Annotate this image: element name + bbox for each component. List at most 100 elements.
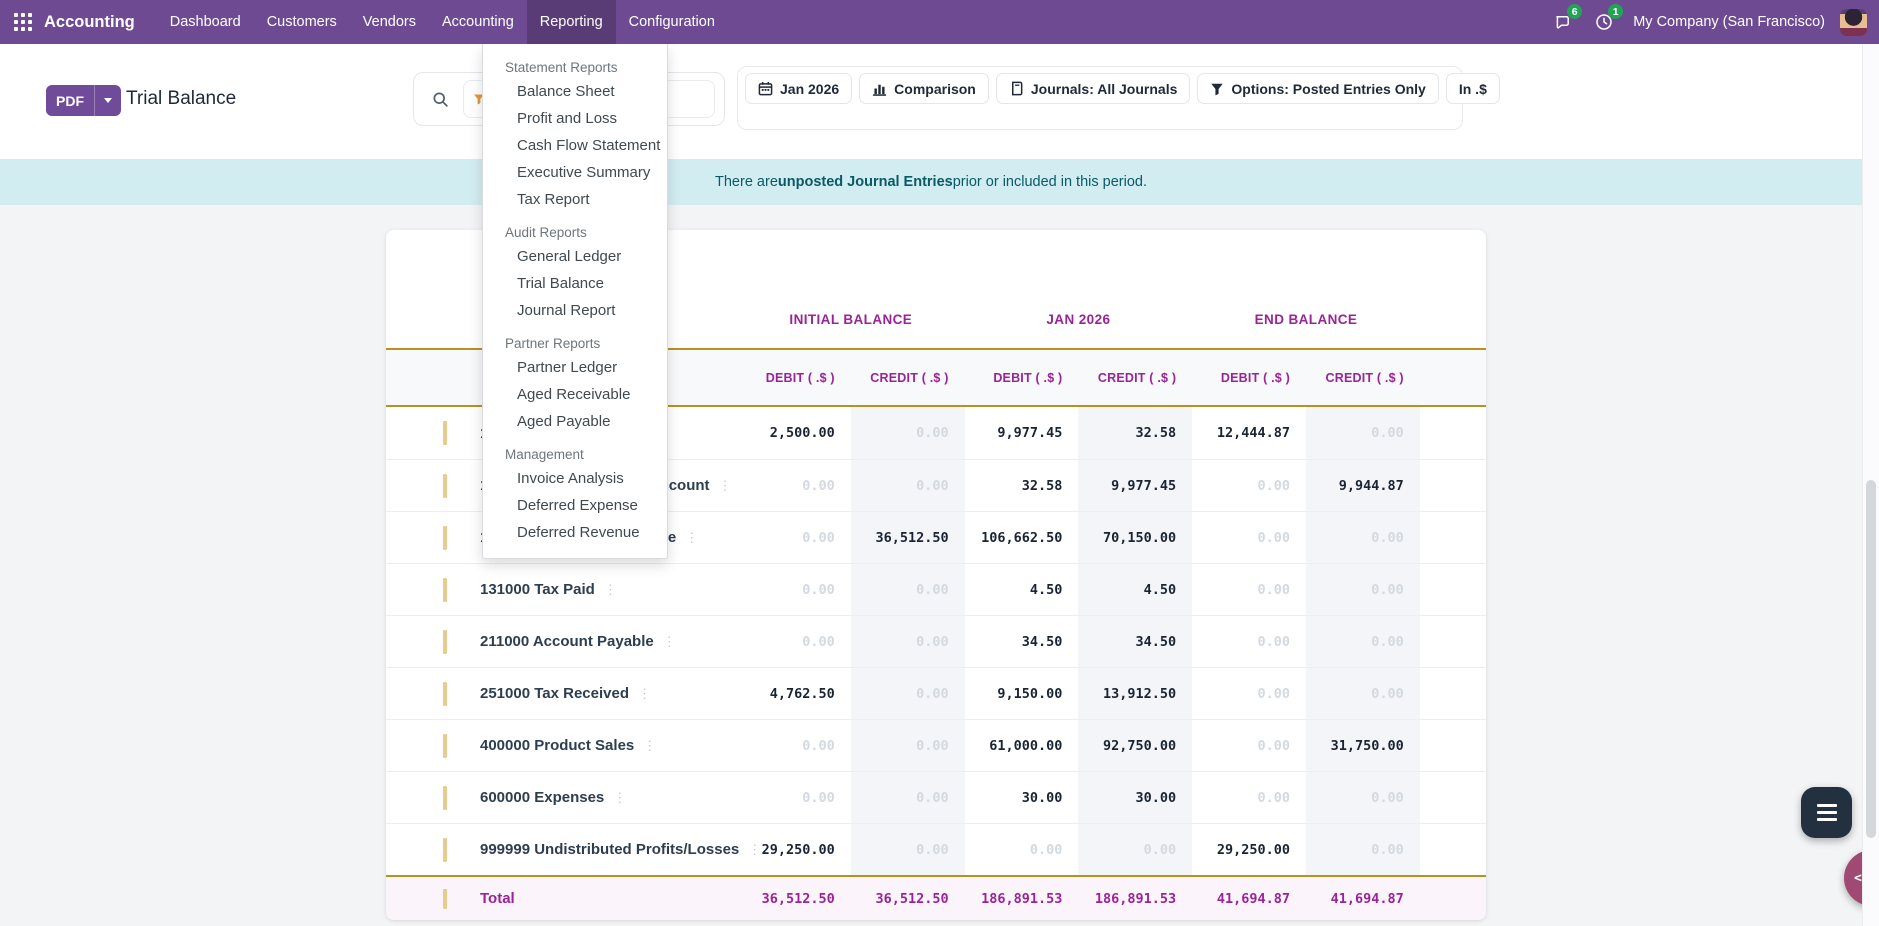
value-cell: 32.58: [1021, 477, 1063, 494]
menu-item-profit-and-loss[interactable]: Profit and Loss: [483, 105, 667, 132]
menu-item-cash-flow-statement[interactable]: Cash Flow Statement: [483, 132, 667, 159]
filter-in[interactable]: In .$: [1445, 73, 1500, 104]
value-cell: 29,250.00: [1216, 841, 1290, 858]
pdf-split-button: PDF: [46, 85, 121, 116]
value-cell: 4.50: [1078, 564, 1193, 615]
value-cell: 9,944.87: [1305, 460, 1420, 511]
subheader-debit: DEBIT ( .$ ): [765, 370, 835, 385]
value-cell: 0.00: [850, 824, 965, 875]
value-cell: 0.00: [802, 529, 835, 546]
account-cell: 211000 Account Payable ⋮: [386, 616, 737, 667]
menu-item-tax-report[interactable]: Tax Report: [483, 186, 667, 213]
fold-marker[interactable]: [443, 888, 447, 909]
kebab-menu-icon[interactable]: ⋮: [663, 634, 676, 650]
value-cell: 0.00: [802, 737, 835, 754]
filter-label: Jan 2026: [780, 80, 840, 97]
nav-item-vendors[interactable]: Vendors: [350, 0, 429, 44]
value-cell: 0.00: [1305, 564, 1420, 615]
account-name[interactable]: 251000 Tax Received: [480, 685, 629, 702]
fold-marker[interactable]: [443, 785, 447, 810]
pdf-button[interactable]: PDF: [46, 85, 94, 116]
messages-button[interactable]: 6: [1545, 4, 1583, 40]
menu-item-executive-summary[interactable]: Executive Summary: [483, 159, 667, 186]
fold-marker[interactable]: [443, 837, 447, 862]
account-cell: 251000 Tax Received ⋮: [386, 668, 737, 719]
menu-section-audit-reports: Audit Reports General Ledger Trial Balance…: [483, 222, 667, 324]
fold-marker[interactable]: [443, 733, 447, 758]
kebab-menu-icon[interactable]: ⋮: [643, 738, 656, 754]
scrollbar-thumb[interactable]: [1866, 480, 1876, 838]
fold-marker[interactable]: [443, 473, 447, 498]
value-cell: 12,444.87: [1216, 425, 1290, 441]
value-cell: 2,500.00: [769, 425, 835, 441]
unposted-entries-link[interactable]: unposted Journal Entries: [778, 174, 953, 190]
menu-item-journal-report[interactable]: Journal Report: [483, 297, 667, 324]
fold-marker[interactable]: [443, 577, 447, 602]
value-cell: 34.50: [1021, 633, 1063, 650]
filter-options-posted-entries-only[interactable]: Options: Posted Entries Only: [1197, 73, 1439, 104]
value-cell: 0.00: [1257, 737, 1290, 754]
top-navbar: Accounting Dashboard Customers Vendors Acco…: [0, 0, 1879, 44]
account-name[interactable]: 211000 Account Payable: [480, 633, 654, 650]
menu-item-trial-balance[interactable]: Trial Balance: [483, 270, 667, 297]
kebab-menu-icon[interactable]: ⋮: [604, 582, 617, 598]
filter-comparison[interactable]: Comparison: [859, 73, 989, 104]
value-cell: 4.50: [1029, 581, 1063, 598]
filter-label: Journals: All Journals: [1030, 80, 1178, 97]
pdf-dropdown-toggle[interactable]: [94, 85, 121, 116]
fold-marker[interactable]: [443, 525, 447, 550]
apps-grid-icon[interactable]: [14, 13, 32, 31]
value-cell: 70,150.00: [1078, 512, 1193, 563]
filter-journals-all-journals[interactable]: Journals: All Journals: [995, 73, 1191, 104]
value-cell: 0.00: [802, 477, 835, 494]
account-name[interactable]: 131000 Tax Paid: [480, 581, 595, 598]
value-cell: 31,750.00: [1305, 720, 1420, 771]
menu-item-general-ledger[interactable]: General Ledger: [483, 243, 667, 270]
kebab-menu-icon[interactable]: ⋮: [638, 686, 651, 702]
account-name[interactable]: 400000 Product Sales: [480, 737, 634, 754]
fold-marker[interactable]: [443, 681, 447, 706]
fold-marker[interactable]: [443, 629, 447, 654]
value-cell: 0.00: [850, 564, 965, 615]
subheader-debit: DEBIT ( .$ ): [993, 370, 1063, 385]
column-group-initial-balance: INITIAL BALANCE: [789, 311, 913, 327]
menu-item-invoice-analysis[interactable]: Invoice Analysis: [483, 465, 667, 492]
subheader-credit: CREDIT ( .$ ): [1097, 370, 1177, 385]
floating-menu-button[interactable]: [1801, 787, 1852, 838]
menu-item-deferred-expense[interactable]: Deferred Expense: [483, 492, 667, 519]
account-name[interactable]: 999999 Undistributed Profits/Losses: [480, 841, 739, 858]
hamburger-icon: [1816, 804, 1837, 807]
fold-marker[interactable]: [443, 421, 447, 445]
menu-item-aged-receivable[interactable]: Aged Receivable: [483, 381, 667, 408]
kebab-menu-icon[interactable]: ⋮: [613, 790, 626, 806]
menu-item-deferred-revenue[interactable]: Deferred Revenue: [483, 519, 667, 546]
value-cell: 0.00: [1257, 581, 1290, 598]
menu-item-aged-payable[interactable]: Aged Payable: [483, 408, 667, 435]
value-cell: 0.00: [1257, 477, 1290, 494]
kebab-menu-icon[interactable]: ⋮: [719, 478, 732, 494]
value-cell: 4,762.50: [769, 685, 835, 702]
value-cell: 9,150.00: [997, 685, 1063, 702]
value-cell: 0.00: [1305, 668, 1420, 719]
menu-item-partner-ledger[interactable]: Partner Ledger: [483, 354, 667, 381]
value-cell: 30.00: [1021, 789, 1063, 806]
nav-item-reporting[interactable]: Reporting: [526, 0, 616, 44]
nav-item-configuration[interactable]: Configuration: [616, 0, 728, 44]
kebab-menu-icon[interactable]: ⋮: [685, 530, 698, 546]
account-name[interactable]: 600000 Expenses: [480, 789, 604, 806]
nav-item-customers[interactable]: Customers: [254, 0, 350, 44]
nav-item-dashboard[interactable]: Dashboard: [157, 0, 254, 44]
company-switcher[interactable]: My Company (San Francisco): [1633, 14, 1825, 30]
value-cell: 106,662.50: [981, 529, 1063, 546]
menu-item-balance-sheet[interactable]: Balance Sheet: [483, 78, 667, 105]
activities-button[interactable]: 1: [1586, 4, 1624, 40]
value-cell: 0.00: [1305, 407, 1420, 459]
banner-text-prefix: There are: [715, 174, 778, 190]
user-avatar[interactable]: [1840, 8, 1867, 36]
filter-jan-2026[interactable]: Jan 2026: [745, 73, 853, 104]
value-cell: 36,512.50: [850, 512, 965, 563]
app-name[interactable]: Accounting: [44, 13, 135, 32]
nav-item-accounting[interactable]: Accounting: [429, 0, 527, 44]
account-cell: 999999 Undistributed Profits/Losses ⋮: [386, 824, 761, 875]
table-row: 211000 Account Payable ⋮ 0.00 0.00 34.50 34.5…: [386, 615, 1486, 667]
